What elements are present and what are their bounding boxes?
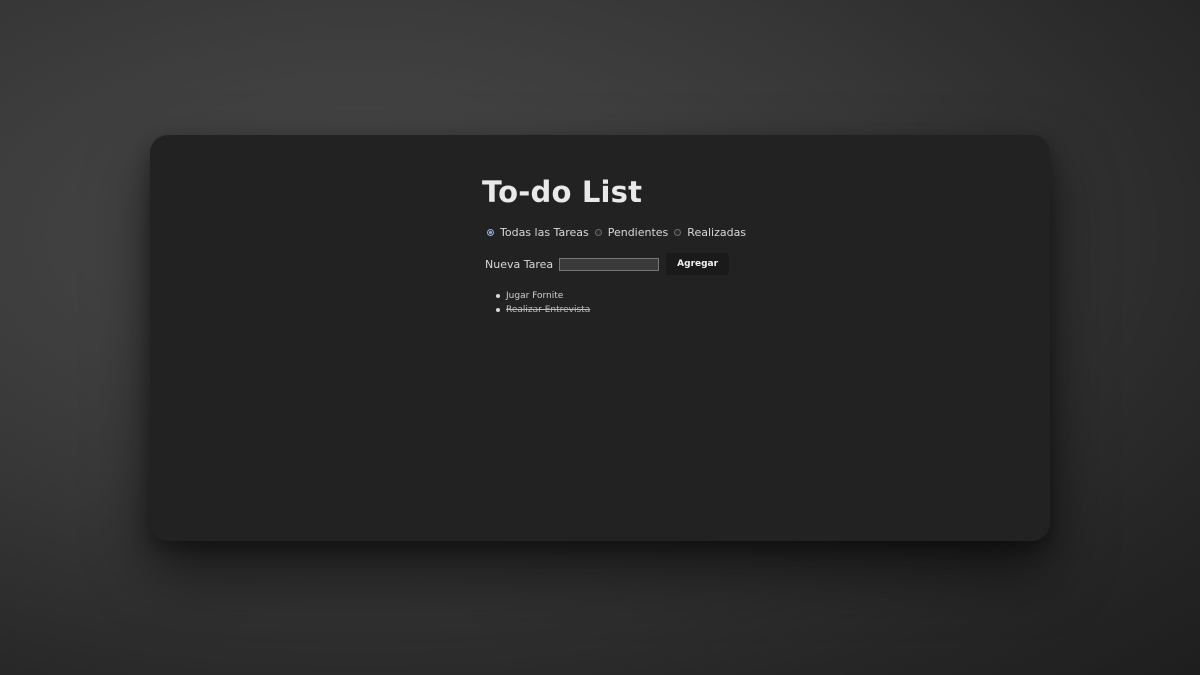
- new-task-form: Nueva Tarea Agregar: [482, 253, 842, 275]
- filter-pending[interactable]: Pendientes: [594, 226, 669, 239]
- filter-pending-radio[interactable]: [594, 229, 602, 236]
- task-text: Jugar Fornite: [506, 291, 564, 301]
- task-text: Realizar Entrevista: [506, 305, 591, 315]
- add-task-button[interactable]: Agregar: [666, 253, 730, 275]
- filter-done-radio[interactable]: [674, 229, 682, 236]
- filter-done[interactable]: Realizadas: [674, 226, 746, 239]
- todo-container: To-do List Todas las Tareas Pendientes R…: [482, 173, 842, 317]
- page-title: To-do List: [482, 175, 643, 209]
- filter-pending-label: Pendientes: [607, 226, 669, 239]
- filter-all-radio[interactable]: [487, 229, 494, 236]
- list-item[interactable]: Realizar Entrevista: [496, 303, 842, 317]
- filter-all[interactable]: Todas las Tareas: [487, 226, 589, 239]
- app-window: To-do List Todas las Tareas Pendientes R…: [150, 135, 1050, 541]
- new-task-label: Nueva Tarea: [485, 257, 554, 271]
- list-item[interactable]: Jugar Fornite: [496, 289, 842, 303]
- filter-done-label: Realizadas: [687, 226, 747, 239]
- new-task-input[interactable]: [559, 257, 660, 271]
- task-list: Jugar Fornite Realizar Entrevista: [482, 289, 842, 317]
- filter-group: Todas las Tareas Pendientes Realizadas: [482, 226, 842, 239]
- filter-all-label: Todas las Tareas: [500, 226, 589, 239]
